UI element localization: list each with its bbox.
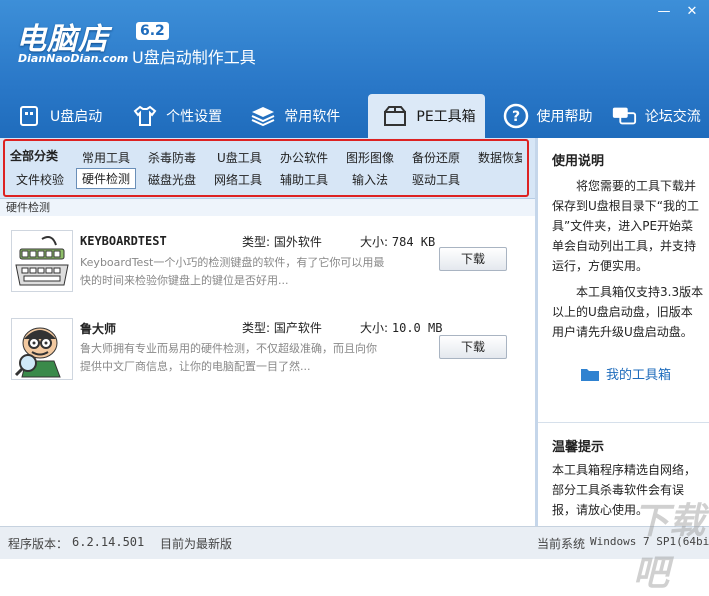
type-label: 类型: xyxy=(242,321,271,335)
usage-paragraph-1: 将您需要的工具下载并保存到U盘根目录下“我的工具”文件夹，进入PE开始菜单会自动… xyxy=(552,179,700,273)
category-all[interactable]: 全部分类 xyxy=(10,147,58,164)
item-size: 大小: 10.0 MB xyxy=(360,319,442,336)
right-panel: 使用说明 将您需要的工具下载并保存到U盘根目录下“我的工具”文件夹，进入PE开始… xyxy=(538,138,709,526)
shirt-icon xyxy=(132,103,158,129)
latest-version-text: 目前为最新版 xyxy=(160,537,233,551)
desc-line: 快的时间来检验你键盘上的键位是否好用... xyxy=(80,274,289,287)
list-item: KEYBOARDTEST 类型: 国外软件 大小: 784 KB Keyboar… xyxy=(0,224,535,312)
category-drivers[interactable]: 驱动工具 xyxy=(412,171,460,188)
category-antivirus[interactable]: 杀毒防毒 xyxy=(148,149,196,166)
nav-common-software[interactable]: 常用软件 xyxy=(250,94,352,138)
app-window: 电脑店 DianNaoDian.com 6.2 U盘启动制作工具 — ✕ U盘启… xyxy=(0,0,709,594)
download-button[interactable]: 下载 xyxy=(439,247,507,271)
usage-text: 将您需要的工具下载并保存到U盘根目录下“我的工具”文件夹，进入PE开始菜单会自动… xyxy=(552,176,704,342)
item-type: 类型: 国外软件 xyxy=(242,233,322,250)
main-nav: U盘启动 个性设置 常用软件 PE工具箱 ? 使用帮助 论坛交流 xyxy=(0,94,709,138)
panel-separator xyxy=(538,422,709,423)
minimize-button[interactable]: — xyxy=(653,4,675,20)
nav-forum[interactable]: 论坛交流 xyxy=(611,94,709,138)
type-value: 国外软件 xyxy=(273,235,322,249)
size-label: 大小: xyxy=(360,235,389,249)
category-data-recovery[interactable]: 数据恢复 xyxy=(478,149,522,166)
svg-text:?: ? xyxy=(511,109,519,125)
category-backup[interactable]: 备份还原 xyxy=(412,149,460,166)
my-toolbox-link[interactable]: 我的工具箱 xyxy=(580,364,671,383)
download-button[interactable]: 下载 xyxy=(439,335,507,359)
nav-label: U盘启动 xyxy=(50,109,103,125)
usage-paragraph-2: 本工具箱仅支持3.3版本以上的U盘启动盘，旧版本用户请先升级U盘启动盘。 xyxy=(552,285,704,339)
folder-icon xyxy=(581,368,599,381)
header: 电脑店 DianNaoDian.com 6.2 U盘启动制作工具 — ✕ U盘启… xyxy=(0,0,709,138)
version-badge: 6.2 xyxy=(136,22,169,40)
status-bar: 程序版本： 6.2.14.501 目前为最新版 当前系统 Windows 7 S… xyxy=(0,526,709,559)
logo-domain: DianNaoDian.com xyxy=(18,52,129,65)
nav-label: 个性设置 xyxy=(166,109,223,125)
category-input-method[interactable]: 输入法 xyxy=(352,171,388,188)
category-office[interactable]: 办公软件 xyxy=(280,149,328,166)
nav-help[interactable]: ? 使用帮助 xyxy=(503,94,601,138)
app-subtitle: U盘启动制作工具 xyxy=(132,48,256,67)
category-disk[interactable]: 磁盘光盘 xyxy=(148,171,196,188)
category-usb-tools[interactable]: U盘工具 xyxy=(217,149,262,166)
desc-line: KeyboardTest一个小巧的检测键盘的软件，有了它你可以用最 xyxy=(80,256,385,269)
type-value: 国产软件 xyxy=(273,321,322,335)
desc-line: 鲁大师拥有专业而易用的硬件检测，不仅超级准确，而且向你 xyxy=(80,342,377,355)
size-value: 10.0 MB xyxy=(391,321,443,335)
window-controls: — ✕ xyxy=(653,4,703,22)
chat-icon xyxy=(611,103,637,129)
box-icon xyxy=(382,103,408,129)
close-button[interactable]: ✕ xyxy=(681,4,703,20)
category-bar: 全部分类 常用工具 杀毒防毒 U盘工具 办公软件 图形图像 备份还原 数据恢复 … xyxy=(0,138,535,199)
nav-label: 常用软件 xyxy=(284,109,341,125)
my-toolbox-label: 我的工具箱 xyxy=(606,368,672,383)
item-description: KeyboardTest一个小巧的检测键盘的软件，有了它你可以用最 快的时间来检… xyxy=(80,254,420,290)
version-label: 程序版本： xyxy=(8,537,69,551)
watermark: 下载吧 xyxy=(633,501,706,594)
usage-title: 使用说明 xyxy=(552,154,605,169)
nav-personal-settings[interactable]: 个性设置 xyxy=(132,94,238,138)
category-network[interactable]: 网络工具 xyxy=(214,171,262,188)
category-graphics[interactable]: 图形图像 xyxy=(346,149,394,166)
ludashi-avatar-icon xyxy=(11,318,73,380)
software-list: KEYBOARDTEST 类型: 国外软件 大小: 784 KB Keyboar… xyxy=(0,216,535,526)
category-file-check[interactable]: 文件校验 xyxy=(16,171,64,188)
item-name: 鲁大师 xyxy=(80,322,117,336)
item-description: 鲁大师拥有专业而易用的硬件检测，不仅超级准确，而且向你 提供中文厂商信息，让你的… xyxy=(80,340,420,376)
size-value: 784 KB xyxy=(391,235,436,249)
nav-label: PE工具箱 xyxy=(416,109,476,125)
size-label: 大小: xyxy=(360,321,389,335)
os-label: 当前系统 xyxy=(537,537,586,551)
category-common-tools[interactable]: 常用工具 xyxy=(82,149,130,166)
version-value: 6.2.14.501 xyxy=(72,535,145,549)
list-item: 鲁大师 类型: 国产软件 大小: 10.0 MB 鲁大师拥有专业而易用的硬件检测… xyxy=(0,310,535,398)
item-name: KEYBOARDTEST xyxy=(80,234,167,248)
nav-usb-boot[interactable]: U盘启动 xyxy=(16,94,118,138)
nav-label: 论坛交流 xyxy=(644,109,701,125)
desc-line: 提供中文厂商信息，让你的电脑配置一目了然... xyxy=(80,360,311,373)
nav-label: 使用帮助 xyxy=(536,109,593,125)
tip-title: 温馨提示 xyxy=(552,440,605,455)
section-label: 硬件检测 xyxy=(6,201,50,214)
nav-pe-toolbox[interactable]: PE工具箱 xyxy=(368,94,485,138)
category-assist[interactable]: 辅助工具 xyxy=(280,171,328,188)
item-type: 类型: 国产软件 xyxy=(242,319,322,336)
help-icon: ? xyxy=(503,103,529,129)
category-hardware-detect[interactable]: 硬件检测 xyxy=(76,168,137,189)
layers-icon xyxy=(250,103,276,129)
usb-icon xyxy=(16,103,42,129)
type-label: 类型: xyxy=(242,235,271,249)
keyboard-icon xyxy=(11,230,73,292)
item-size: 大小: 784 KB xyxy=(360,233,435,250)
